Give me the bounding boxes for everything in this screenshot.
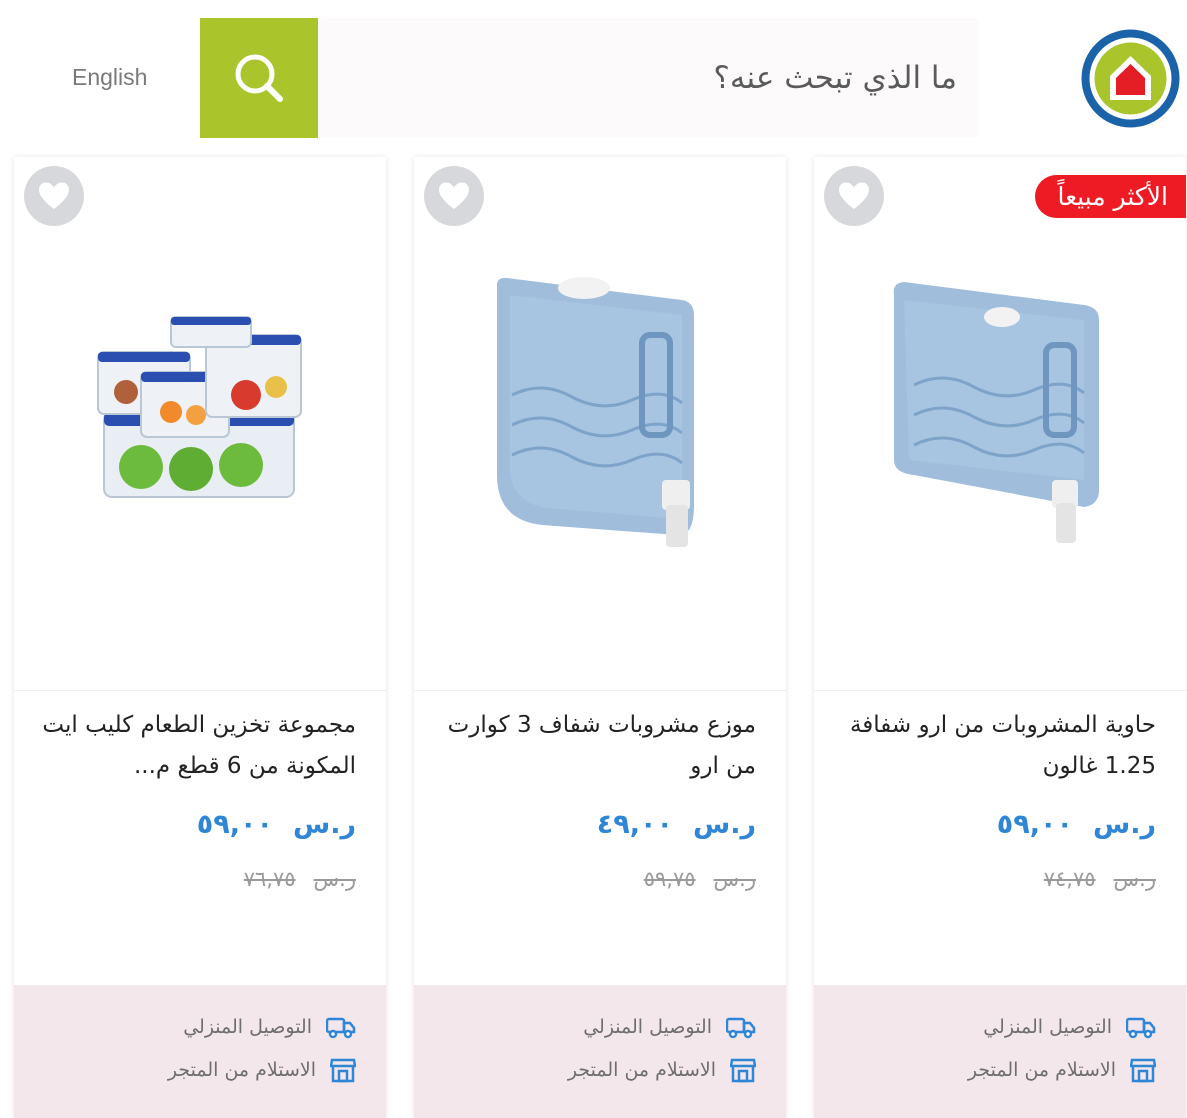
- pickup-label: الاستلام من المتجر: [967, 1059, 1116, 1081]
- product-card[interactable]: مجموعة تخزين الطعام كليب ايت المكونة من …: [14, 157, 386, 1118]
- header: English: [0, 0, 1187, 150]
- truck-icon: [726, 1017, 756, 1039]
- delivery-label: التوصيل المنزلي: [583, 1016, 712, 1038]
- heart-icon: [839, 182, 869, 209]
- product-card[interactable]: الأكثر مبيعاً حاوية المشروبات من ارو شفا…: [814, 157, 1186, 1118]
- product-card[interactable]: موزع مشروبات شفاف 3 كوارت من ارو ر.س ٤٩,٠…: [414, 157, 786, 1118]
- heart-icon: [39, 182, 69, 209]
- product-image-area[interactable]: الأكثر مبيعاً: [814, 157, 1186, 690]
- delivery-label: التوصيل المنزلي: [183, 1016, 312, 1038]
- home-delivery-option: التوصيل المنزلي: [583, 1015, 756, 1039]
- fulfillment-options: التوصيل المنزلي الاستلام من المتجر: [814, 985, 1186, 1118]
- currency-label: ر.س: [313, 867, 356, 891]
- currency-label: ر.س: [1113, 867, 1156, 891]
- store-icon: [330, 1058, 356, 1083]
- fulfillment-options: التوصيل المنزلي الاستلام من المتجر: [14, 985, 386, 1118]
- product-price: ر.س ٤٩,٠٠: [597, 809, 756, 840]
- store-pickup-option: الاستلام من المتجر: [168, 1057, 356, 1083]
- old-price-value: ٧٦,٧٥: [243, 867, 296, 891]
- card-divider: [14, 690, 386, 691]
- favorite-button[interactable]: [824, 166, 884, 226]
- store-icon: [1130, 1058, 1156, 1083]
- price-value: ٥٩,٠٠: [196, 809, 273, 840]
- old-price-value: ٧٤,٧٥: [1043, 867, 1096, 891]
- price-value: ٤٩,٠٠: [596, 809, 673, 840]
- product-price: ر.س ٥٩,٠٠: [997, 809, 1156, 840]
- currency-label: ر.س: [692, 809, 756, 840]
- product-price: ر.س ٥٩,٠٠: [197, 809, 356, 840]
- currency-label: ر.س: [292, 809, 356, 840]
- pickup-label: الاستلام من المتجر: [567, 1059, 716, 1081]
- currency-label: ر.س: [1092, 809, 1156, 840]
- favorite-button[interactable]: [424, 166, 484, 226]
- heart-icon: [439, 182, 469, 209]
- product-image: [97, 316, 302, 498]
- original-price: ر.س ٧٦,٧٥: [244, 867, 356, 891]
- search-input[interactable]: [355, 59, 959, 97]
- store-logo[interactable]: [1080, 28, 1181, 129]
- store-pickup-option: الاستلام من المتجر: [568, 1057, 756, 1083]
- store-pickup-option: الاستلام من المتجر: [968, 1057, 1156, 1083]
- pickup-label: الاستلام من المتجر: [167, 1059, 316, 1081]
- card-divider: [814, 690, 1186, 691]
- product-image: [893, 282, 1099, 543]
- store-icon: [730, 1058, 756, 1083]
- price-value: ٥٩,٠٠: [996, 809, 1073, 840]
- truck-icon: [326, 1017, 356, 1039]
- search-icon: [235, 54, 283, 102]
- fulfillment-options: التوصيل المنزلي الاستلام من المتجر: [414, 985, 786, 1118]
- product-title[interactable]: موزع مشروبات شفاف 3 كوارت من ارو: [436, 705, 756, 787]
- original-price: ر.س ٥٩,٧٥: [644, 867, 756, 891]
- bestseller-badge: الأكثر مبيعاً: [1035, 175, 1186, 218]
- original-price: ر.س ٧٤,٧٥: [1044, 867, 1156, 891]
- product-image-area[interactable]: [14, 157, 386, 690]
- favorite-button[interactable]: [24, 166, 84, 226]
- card-divider: [414, 690, 786, 691]
- currency-label: ر.س: [713, 867, 756, 891]
- product-image: [497, 277, 694, 547]
- old-price-value: ٥٩,٧٥: [643, 867, 696, 891]
- home-delivery-option: التوصيل المنزلي: [183, 1015, 356, 1039]
- home-delivery-option: التوصيل المنزلي: [983, 1015, 1156, 1039]
- product-image-area[interactable]: [414, 157, 786, 690]
- search-field[interactable]: [318, 18, 979, 138]
- language-switch[interactable]: English: [72, 64, 147, 91]
- product-title[interactable]: مجموعة تخزين الطعام كليب ايت المكونة من …: [36, 705, 356, 787]
- truck-icon: [1126, 1017, 1156, 1039]
- search-button[interactable]: [200, 18, 318, 138]
- delivery-label: التوصيل المنزلي: [983, 1016, 1112, 1038]
- product-title[interactable]: حاوية المشروبات من ارو شفافة 1.25 غالون: [836, 705, 1156, 787]
